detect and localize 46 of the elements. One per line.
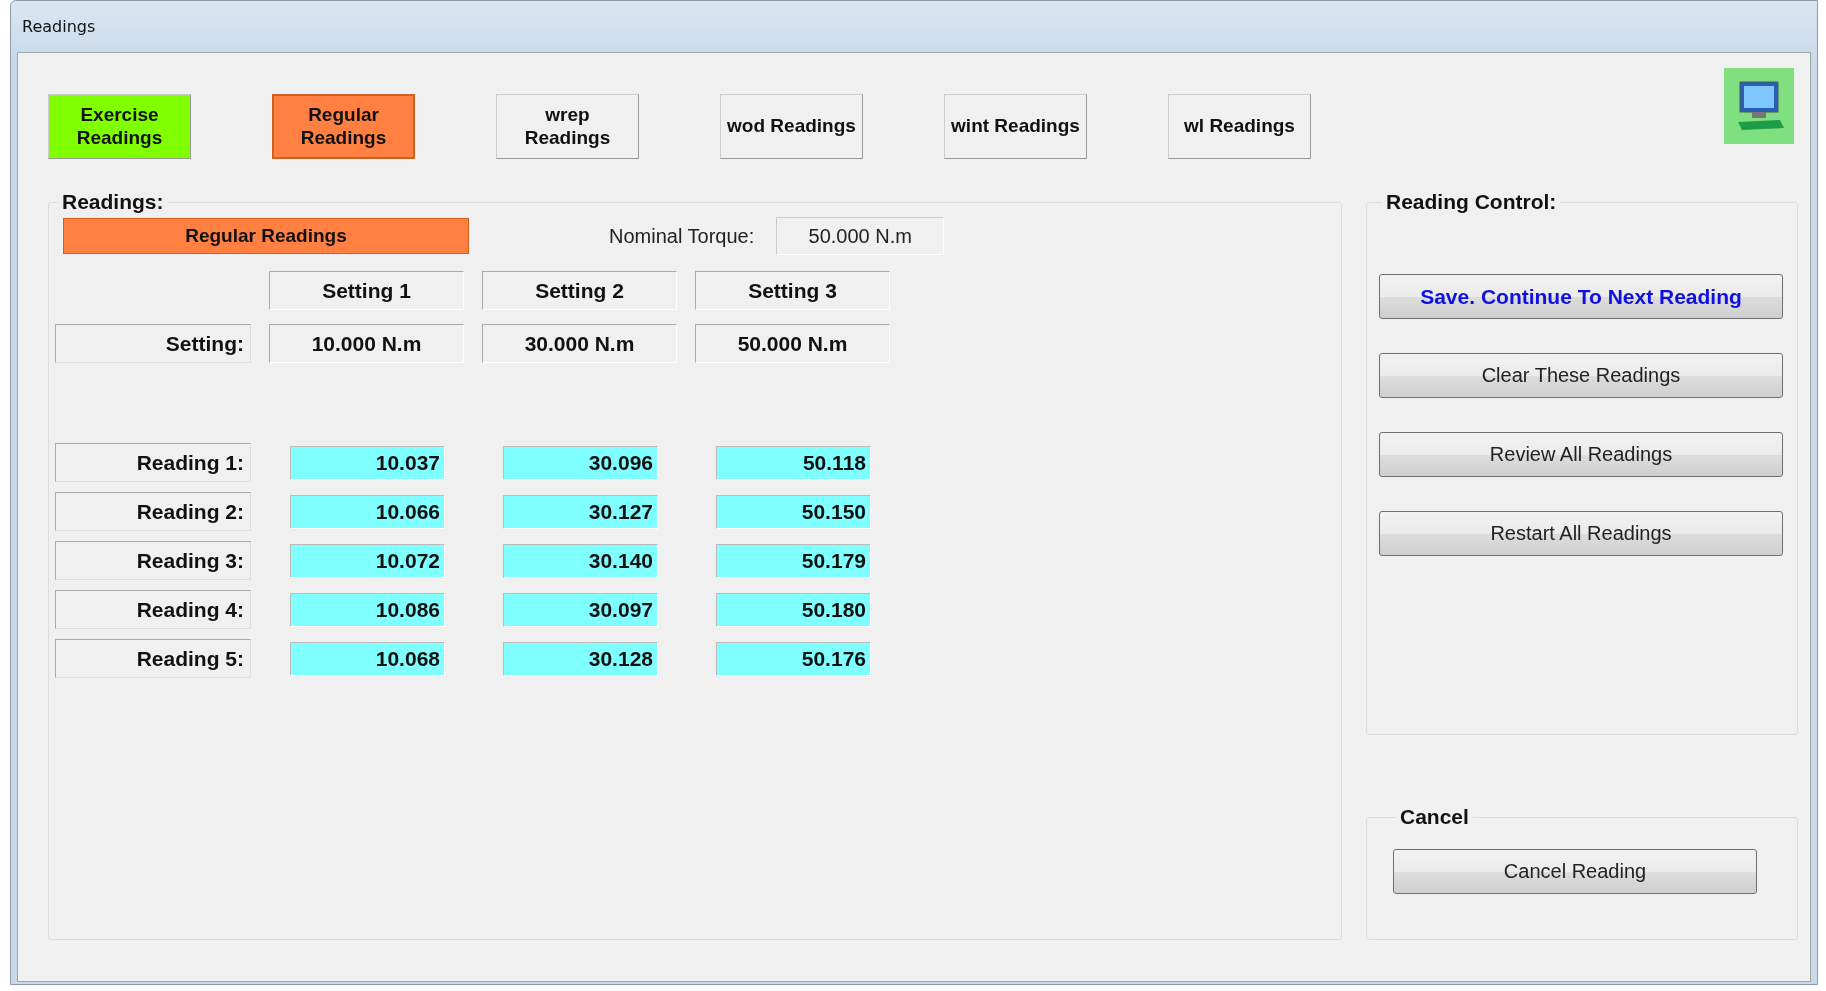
setting-value: 30.000 N.m: [482, 324, 677, 363]
column-header: Setting 2: [482, 271, 677, 310]
reading-value: 50.176: [716, 641, 871, 676]
cancel-button[interactable]: Cancel Reading: [1393, 849, 1757, 894]
column-header: Setting 3: [695, 271, 890, 310]
action-button[interactable]: Review All Readings: [1379, 432, 1783, 477]
reading-value: 50.150: [716, 494, 871, 529]
column-header: Setting 1: [269, 271, 464, 310]
reading-value: 10.072: [290, 543, 445, 578]
reading-value: 30.097: [503, 592, 658, 627]
group-title: Readings:: [61, 190, 165, 214]
group-title: Cancel: [1399, 805, 1470, 829]
reading-value: 10.086: [290, 592, 445, 627]
row-label: Setting:: [55, 324, 251, 363]
action-button[interactable]: Restart All Readings: [1379, 511, 1783, 556]
computer-icon[interactable]: [1724, 68, 1794, 144]
window-title: Readings: [22, 17, 96, 36]
reading-value: 50.180: [716, 592, 871, 627]
row-label: Reading 3:: [55, 541, 251, 580]
readings-tab[interactable]: wrep Readings: [496, 94, 639, 159]
row-label: Reading 2:: [55, 492, 251, 531]
readings-tab[interactable]: Exercise Readings: [48, 94, 191, 159]
reading-value: 50.118: [716, 445, 871, 480]
reading-value: 10.037: [290, 445, 445, 480]
row-label: Reading 1:: [55, 443, 251, 482]
reading-value: 30.127: [503, 494, 658, 529]
mode-banner: Regular Readings: [63, 218, 469, 254]
reading-value: 10.068: [290, 641, 445, 676]
readings-tab[interactable]: wod Readings: [720, 94, 863, 159]
readings-tab[interactable]: Regular Readings: [272, 94, 415, 159]
row-label: Reading 5:: [55, 639, 251, 678]
nominal-torque-field: 50.000 N.m: [776, 217, 945, 255]
reading-value: 10.066: [290, 494, 445, 529]
row-label: Reading 4:: [55, 590, 251, 629]
reading-value: 30.140: [503, 543, 658, 578]
reading-value: 30.128: [503, 641, 658, 676]
action-button[interactable]: Clear These Readings: [1379, 353, 1783, 398]
group-title: Reading Control:: [1385, 190, 1558, 214]
action-button[interactable]: Save. Continue To Next Reading: [1379, 274, 1783, 319]
reading-value: 50.179: [716, 543, 871, 578]
setting-value: 50.000 N.m: [695, 324, 890, 363]
readings-tab[interactable]: wint Readings: [944, 94, 1087, 159]
setting-value: 10.000 N.m: [269, 324, 464, 363]
reading-value: 30.096: [503, 445, 658, 480]
nominal-torque-label: Nominal Torque:: [609, 224, 755, 248]
readings-tab[interactable]: wl Readings: [1168, 94, 1311, 159]
